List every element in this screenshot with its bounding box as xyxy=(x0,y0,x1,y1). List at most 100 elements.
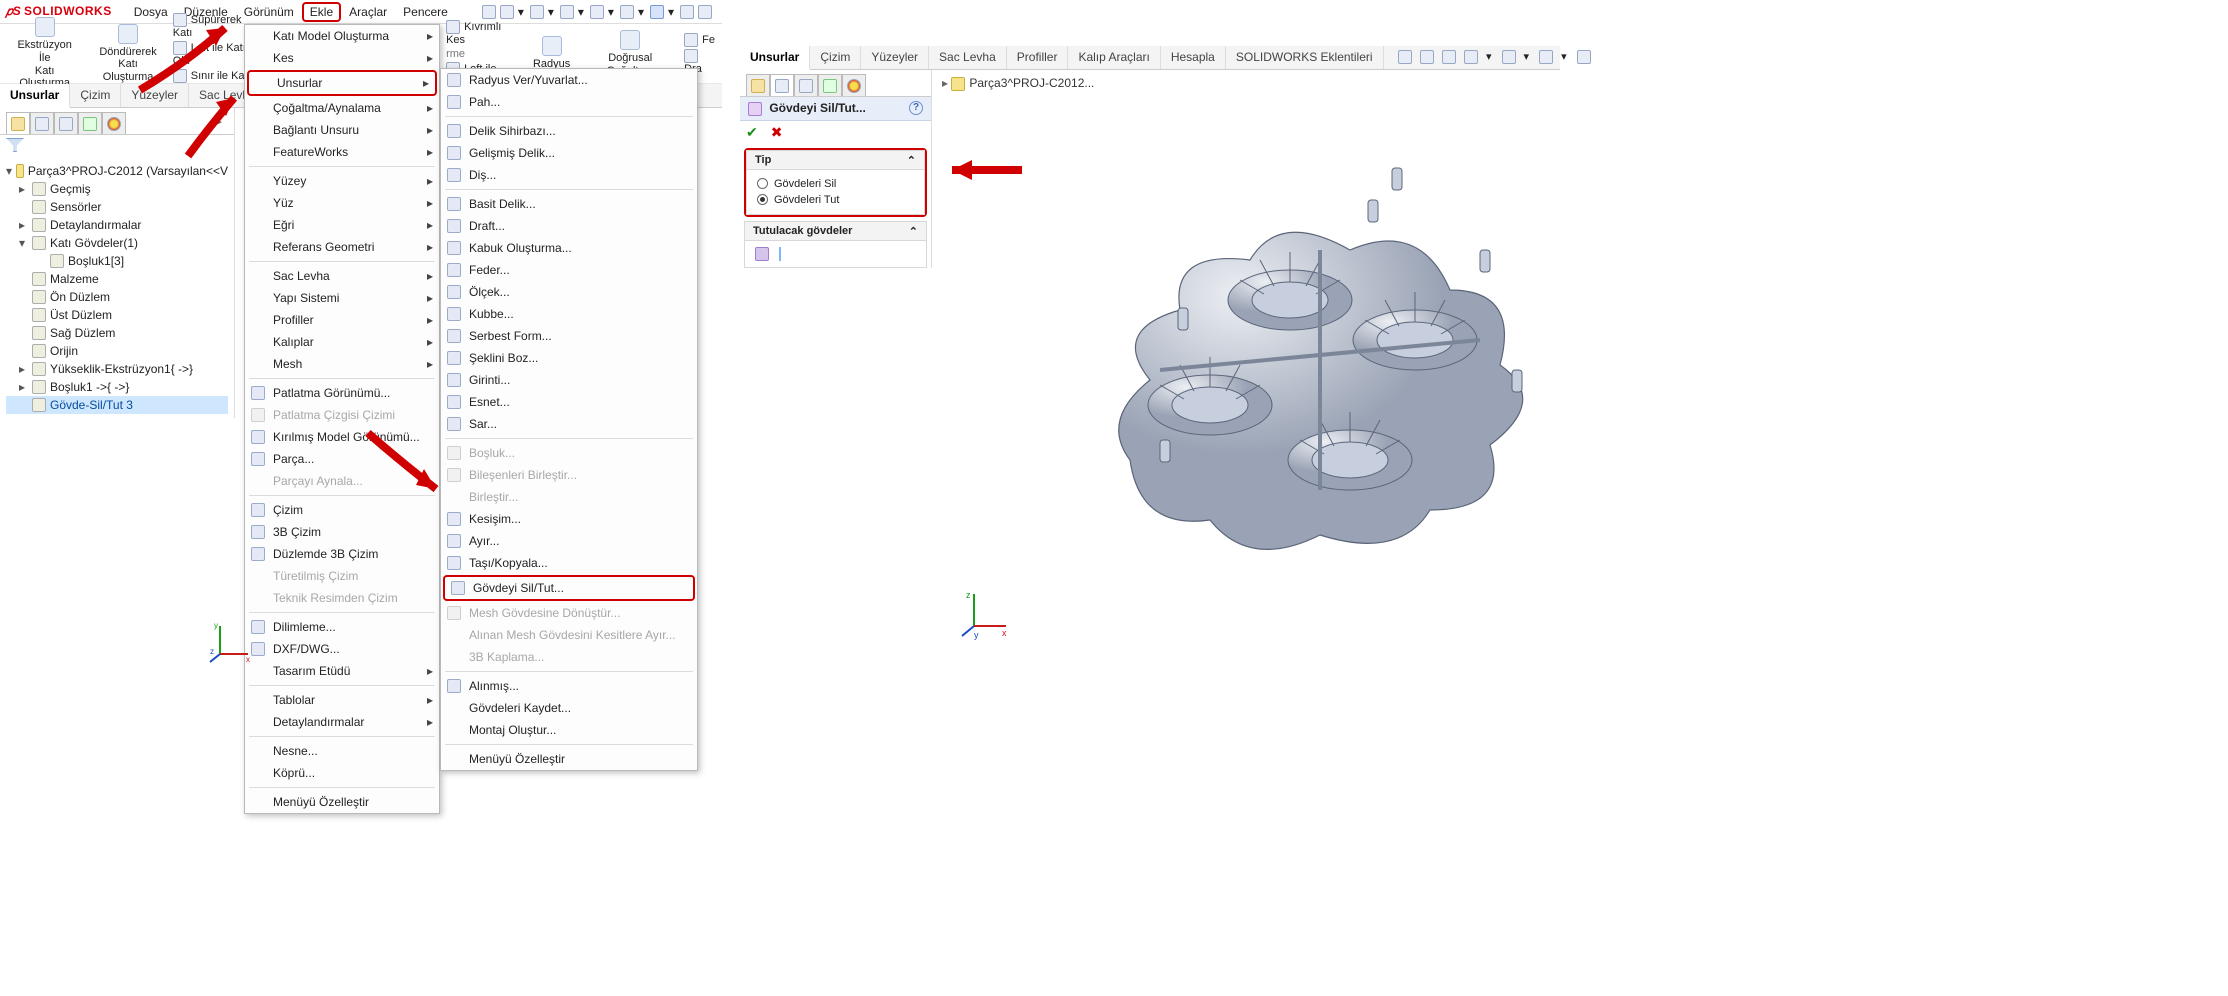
mgr-tab-property[interactable] xyxy=(30,112,54,134)
ok-button[interactable]: ✔ xyxy=(746,124,758,140)
menu-item[interactable]: Serbest Form... xyxy=(441,325,697,347)
open-icon[interactable] xyxy=(530,5,544,19)
tree-item[interactable]: Boşluk1[3] xyxy=(6,252,228,270)
menu-item[interactable]: Yüz▸ xyxy=(245,192,439,214)
rtab-unsurlar[interactable]: Unsurlar xyxy=(740,46,810,70)
rtab-yuzeyler[interactable]: Yüzeyler xyxy=(861,46,929,69)
rtab-kalip[interactable]: Kalıp Araçları xyxy=(1068,46,1160,69)
menu-item[interactable]: Gövdeyi Sil/Tut... xyxy=(445,577,693,599)
tree-item[interactable]: ▸Geçmiş xyxy=(6,180,228,198)
menu-item[interactable]: Sac Levha▸ xyxy=(245,265,439,287)
menu-item[interactable]: Ayır... xyxy=(441,530,697,552)
menu-araclar[interactable]: Araçlar xyxy=(341,2,395,22)
menu-ekle[interactable]: Ekle xyxy=(302,2,341,22)
menu-item[interactable]: Eğri▸ xyxy=(245,214,439,236)
menu-item[interactable]: Esnet... xyxy=(441,391,697,413)
menu-item[interactable]: Parça... xyxy=(245,448,439,470)
pm-tab-dim[interactable] xyxy=(818,74,842,96)
mgr-tab-dim[interactable] xyxy=(78,112,102,134)
menu-item[interactable]: Gövdeleri Kaydet... xyxy=(441,697,697,719)
opt-icon[interactable] xyxy=(698,5,712,19)
tab-unsurlar[interactable]: Unsurlar xyxy=(0,84,70,108)
menu-item[interactable]: DXF/DWG... xyxy=(245,638,439,660)
gear-icon[interactable] xyxy=(680,5,694,19)
save-icon[interactable] xyxy=(560,5,574,19)
menu-item[interactable]: Kes▸ xyxy=(245,47,439,69)
tree-item[interactable]: Sensörler xyxy=(6,198,228,216)
menu-item[interactable]: Feder... xyxy=(441,259,697,281)
menu-item[interactable]: FeatureWorks▸ xyxy=(245,141,439,163)
menu-item[interactable]: Bağlantı Unsuru▸ xyxy=(245,119,439,141)
hide-icon[interactable] xyxy=(1577,50,1591,64)
group-tip[interactable]: Tip⌃ xyxy=(746,150,925,170)
menu-item[interactable]: Nesne... xyxy=(245,740,439,762)
pm-tab-display[interactable] xyxy=(842,74,866,96)
print-icon[interactable] xyxy=(590,5,604,19)
rtab-saclevha[interactable]: Sac Levha xyxy=(929,46,1007,69)
mgr-tab-config[interactable] xyxy=(54,112,78,134)
tree-item[interactable]: ▸Yükseklik-Ekstrüzyon1{ ->} xyxy=(6,360,228,378)
pm-tab-feature[interactable] xyxy=(746,74,770,96)
tree-item[interactable]: ▾Katı Gövdeler(1) xyxy=(6,234,228,252)
rtab-profiller[interactable]: Profiller xyxy=(1007,46,1069,69)
menu-item[interactable]: Girinti... xyxy=(441,369,697,391)
menu-pencere[interactable]: Pencere xyxy=(395,2,456,22)
menu-item[interactable]: Çizim xyxy=(245,499,439,521)
opt-keep-bodies[interactable]: Gövdeleri Tut xyxy=(757,192,914,208)
menu-item[interactable]: Basit Delik... xyxy=(441,193,697,215)
help-icon[interactable]: ? xyxy=(909,101,923,115)
sectionview-icon[interactable] xyxy=(1442,50,1456,64)
tree-item[interactable]: ▸Boşluk1 ->{ ->} xyxy=(6,378,228,396)
tree-item[interactable]: ▸Detaylandırmalar xyxy=(6,216,228,234)
opt-delete-bodies[interactable]: Gövdeleri Sil xyxy=(757,176,914,192)
btn-fe[interactable]: Fe xyxy=(684,33,716,47)
menu-item[interactable]: Dilimleme... xyxy=(245,616,439,638)
menu-item[interactable]: Yapı Sistemi▸ xyxy=(245,287,439,309)
menu-item[interactable]: Kesişim... xyxy=(441,508,697,530)
menu-item[interactable]: Katı Model Oluşturma▸ xyxy=(245,25,439,47)
pm-tab-config[interactable] xyxy=(794,74,818,96)
menu-item[interactable]: Detaylandırmalar▸ xyxy=(245,711,439,733)
menu-item[interactable]: Kubbe... xyxy=(441,303,697,325)
filter-row[interactable] xyxy=(0,135,234,158)
mgr-tab-display[interactable] xyxy=(102,112,126,134)
scene-icon[interactable] xyxy=(1539,50,1553,64)
btn-extrude-boss[interactable]: Ekstrüzyon İle Katı Oluşturma xyxy=(6,15,83,92)
menu-item[interactable]: Sar... xyxy=(441,413,697,435)
menu-item[interactable]: Delik Sihirbazı... xyxy=(441,120,697,142)
mgr-expand[interactable]: ▸ xyxy=(210,112,228,134)
cancel-button[interactable]: ✖ xyxy=(771,124,783,140)
menu-item[interactable]: Mesh▸ xyxy=(245,353,439,375)
rtab-hesapla[interactable]: Hesapla xyxy=(1161,46,1226,69)
new-icon[interactable] xyxy=(500,5,514,19)
menu-item[interactable]: Tasarım Etüdü▸ xyxy=(245,660,439,682)
breadcrumb[interactable]: ▸ Parça3^PROJ-C2012... xyxy=(942,76,1094,91)
tree-item[interactable]: Ön Düzlem xyxy=(6,288,228,306)
tree-item[interactable]: Malzeme xyxy=(6,270,228,288)
menu-item[interactable]: Diş... xyxy=(441,164,697,186)
rtab-eklenti[interactable]: SOLIDWORKS Eklentileri xyxy=(1226,46,1384,69)
menu-item[interactable]: Kabuk Oluşturma... xyxy=(441,237,697,259)
rtab-cizim[interactable]: Çizim xyxy=(810,46,861,69)
zoomfit-icon[interactable] xyxy=(1420,50,1434,64)
menu-item[interactable]: Radyus Ver/Yuvarlat... xyxy=(441,69,697,91)
btn-revolve-boss[interactable]: Döndürerek Katı Oluşturma xyxy=(89,22,166,86)
pm-tab-property[interactable] xyxy=(770,74,794,96)
selection-field[interactable] xyxy=(779,247,781,261)
menu-item[interactable]: Referans Geometri▸ xyxy=(245,236,439,258)
menu-item[interactable]: Draft... xyxy=(441,215,697,237)
tree-item[interactable]: Gövde-Sil/Tut 3 xyxy=(6,396,228,414)
menu-item[interactable]: Taşı/Kopyala... xyxy=(441,552,697,574)
menu-item[interactable]: Tablolar▸ xyxy=(245,689,439,711)
tab-cizim[interactable]: Çizim xyxy=(70,84,121,107)
menu-item[interactable]: Menüyü Özelleştir xyxy=(245,791,439,813)
tree-item[interactable]: Orijin xyxy=(6,342,228,360)
displaystyle-icon[interactable] xyxy=(1502,50,1516,64)
menu-item[interactable]: Patlatma Görünümü... xyxy=(245,382,439,404)
menu-item[interactable]: Profiller▸ xyxy=(245,309,439,331)
undo-icon[interactable] xyxy=(620,5,634,19)
btn-swept-cut[interactable]: Kıvrımlı Kes xyxy=(446,20,521,46)
viewcube-icon[interactable] xyxy=(1464,50,1478,64)
menu-item[interactable]: Yüzey▸ xyxy=(245,170,439,192)
menu-item[interactable]: Şeklini Boz... xyxy=(441,347,697,369)
